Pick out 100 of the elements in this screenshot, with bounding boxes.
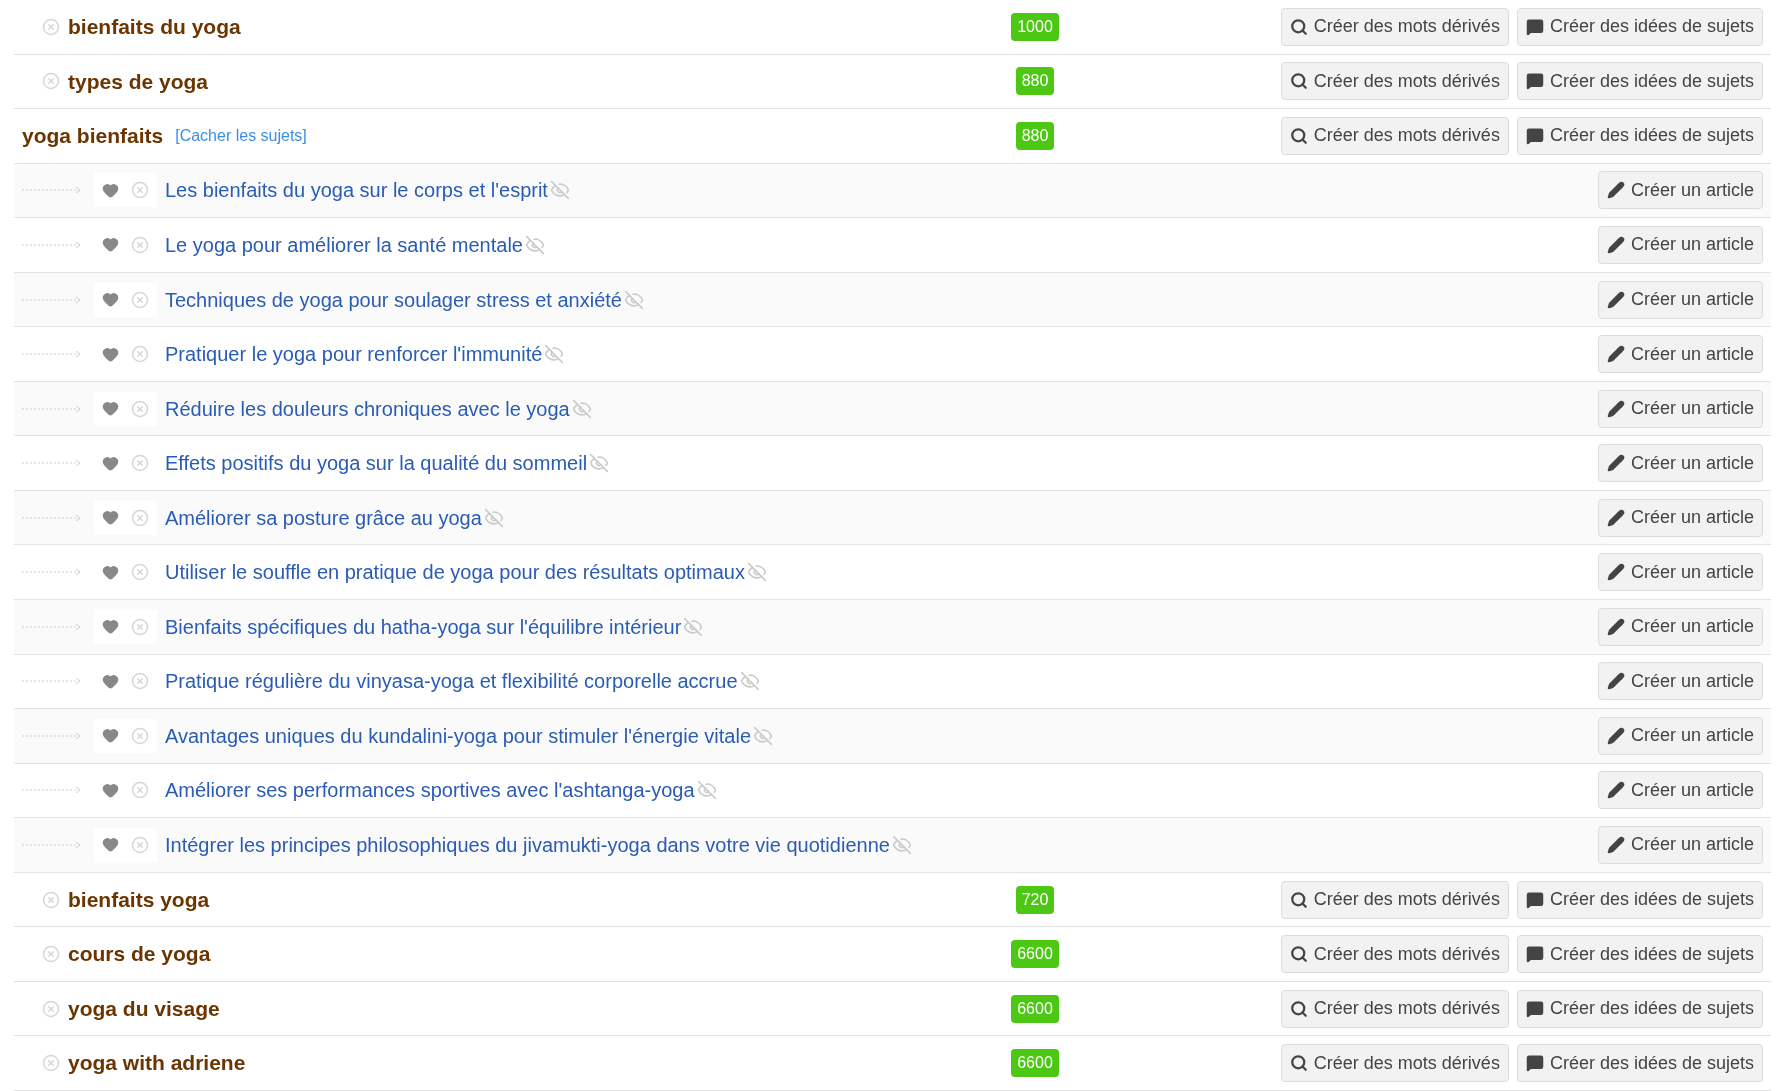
remove-icon[interactable]	[131, 290, 149, 309]
topic-ideas-button[interactable]: Créer des idées de sujets	[1516, 935, 1763, 974]
heart-icon[interactable]	[102, 181, 119, 199]
create-article-button[interactable]: Créer un article	[1597, 553, 1763, 592]
eye-slash-icon[interactable]	[571, 398, 592, 419]
topic-link[interactable]: Effets positifs du yoga sur la qualité du sommeil	[165, 448, 588, 479]
speech-bubble-icon	[1525, 999, 1544, 1018]
pencil-icon	[1606, 617, 1625, 636]
remove-icon[interactable]	[131, 781, 149, 800]
eye-slash-icon[interactable]	[589, 453, 610, 474]
topic-link[interactable]: Techniques de yoga pour soulager stress et anxiété	[165, 284, 622, 315]
eye-slash-icon[interactable]	[544, 344, 565, 365]
derived-words-button[interactable]: Créer des mots dérivés	[1280, 880, 1509, 919]
eye-slash-icon[interactable]	[549, 180, 570, 201]
eye-slash-icon[interactable]	[739, 671, 760, 692]
eye-slash-icon[interactable]	[891, 834, 912, 855]
search-icon	[1289, 890, 1308, 909]
heart-icon[interactable]	[102, 727, 119, 745]
eye-slash-icon[interactable]	[483, 507, 504, 528]
eye-slash-icon[interactable]	[525, 234, 545, 255]
eye-slash-icon[interactable]	[696, 780, 717, 801]
topic-ideas-button[interactable]: Créer des idées de sujets	[1516, 989, 1763, 1028]
topic-link[interactable]: Pratique régulière du vinyasa-yoga et flexibilité corporelle accrue	[165, 666, 738, 697]
dashed-arrow-icon	[22, 622, 82, 631]
remove-icon[interactable]	[42, 890, 60, 909]
pencil-icon	[1606, 672, 1625, 691]
remove-icon[interactable]	[131, 508, 149, 527]
search-icon	[1289, 999, 1308, 1018]
topic-link[interactable]: Réduire les douleurs chroniques avec le yoga	[165, 393, 570, 424]
remove-icon[interactable]	[42, 1054, 60, 1073]
remove-icon[interactable]	[42, 17, 60, 36]
heart-icon[interactable]	[102, 236, 119, 254]
eye-slash-icon[interactable]	[683, 616, 704, 637]
create-article-button[interactable]: Créer un article	[1597, 280, 1763, 319]
heart-icon[interactable]	[102, 672, 119, 690]
remove-icon[interactable]	[131, 617, 149, 636]
keyword-text: yoga du visage	[68, 995, 220, 1022]
create-article-button[interactable]: Créer un article	[1597, 607, 1763, 646]
heart-icon[interactable]	[102, 563, 119, 581]
derived-words-button[interactable]: Créer des mots dérivés	[1280, 935, 1509, 974]
dashed-arrow-icon	[22, 513, 82, 522]
derived-words-button[interactable]: Créer des mots dérivés	[1280, 116, 1509, 155]
heart-icon[interactable]	[102, 781, 119, 799]
topic-link[interactable]: Bienfaits spécifiques du hatha-yoga sur l'équilibre intérieur	[165, 611, 682, 642]
remove-icon[interactable]	[131, 399, 149, 418]
create-article-button[interactable]: Créer un article	[1597, 771, 1763, 810]
eye-slash-icon[interactable]	[623, 289, 644, 310]
topic-link[interactable]: Améliorer sa posture grâce au yoga	[165, 502, 482, 533]
remove-icon[interactable]	[131, 454, 149, 473]
create-article-button[interactable]: Créer un article	[1597, 225, 1763, 264]
heart-icon[interactable]	[102, 400, 119, 418]
topic-ideas-button[interactable]: Créer des idées de sujets	[1516, 7, 1763, 46]
remove-icon[interactable]	[131, 345, 149, 364]
search-icon	[1289, 72, 1308, 91]
derived-words-button[interactable]: Créer des mots dérivés	[1280, 1044, 1509, 1083]
eye-slash-icon[interactable]	[753, 725, 774, 746]
derived-words-button[interactable]: Créer des mots dérivés	[1280, 989, 1509, 1028]
heart-icon[interactable]	[102, 454, 119, 472]
create-article-button[interactable]: Créer un article	[1597, 825, 1763, 864]
create-article-button[interactable]: Créer un article	[1597, 498, 1763, 537]
topic-link[interactable]: Les bienfaits du yoga sur le corps et l'esprit	[165, 175, 548, 206]
remove-icon[interactable]	[131, 181, 149, 200]
eye-slash-icon[interactable]	[746, 562, 767, 583]
volume-badge: 6600	[1011, 994, 1059, 1023]
remove-icon[interactable]	[42, 945, 60, 964]
heart-icon[interactable]	[102, 836, 119, 854]
topic-link[interactable]: Utiliser le souffle en pratique de yoga pour des résultats optimaux	[165, 557, 745, 588]
create-article-button[interactable]: Créer un article	[1597, 335, 1763, 374]
speech-bubble-icon	[1525, 72, 1544, 91]
create-article-button[interactable]: Créer un article	[1597, 662, 1763, 701]
create-article-button[interactable]: Créer un article	[1597, 444, 1763, 483]
create-article-button[interactable]: Créer un article	[1597, 171, 1763, 210]
topic-link[interactable]: Pratiquer le yoga pour renforcer l'immunité	[165, 339, 543, 370]
topic-ideas-button[interactable]: Créer des idées de sujets	[1516, 880, 1763, 919]
topic-link[interactable]: Le yoga pour améliorer la santé mentale	[165, 229, 523, 260]
derived-words-button[interactable]: Créer des mots dérivés	[1280, 62, 1509, 101]
create-article-button[interactable]: Créer un article	[1597, 389, 1763, 428]
dashed-arrow-icon	[22, 731, 82, 740]
remove-icon[interactable]	[131, 563, 149, 582]
topic-ideas-button[interactable]: Créer des idées de sujets	[1516, 1044, 1763, 1083]
remove-icon[interactable]	[131, 235, 149, 254]
speech-bubble-icon	[1525, 1054, 1544, 1073]
heart-icon[interactable]	[102, 618, 119, 636]
derived-words-button[interactable]: Créer des mots dérivés	[1280, 7, 1509, 46]
dashed-arrow-icon	[22, 295, 82, 304]
topic-link[interactable]: Intégrer les principes philosophiques du jivamukti-yoga dans votre vie quotidienne	[165, 829, 890, 860]
remove-icon[interactable]	[42, 999, 60, 1018]
topic-link[interactable]: Avantages uniques du kundalini-yoga pour stimuler l'énergie vitale	[165, 720, 752, 751]
topic-link[interactable]: Améliorer ses performances sportives avec l'ashtanga-yoga	[165, 775, 695, 806]
heart-icon[interactable]	[102, 345, 119, 363]
remove-icon[interactable]	[131, 672, 149, 691]
heart-icon[interactable]	[102, 509, 119, 527]
pencil-icon	[1606, 454, 1625, 473]
remove-icon[interactable]	[42, 72, 60, 91]
topic-ideas-button[interactable]: Créer des idées de sujets	[1516, 62, 1763, 101]
create-article-button[interactable]: Créer un article	[1597, 716, 1763, 755]
topic-ideas-button[interactable]: Créer des idées de sujets	[1516, 116, 1763, 155]
remove-icon[interactable]	[131, 835, 149, 854]
remove-icon[interactable]	[131, 726, 149, 745]
heart-icon[interactable]	[102, 291, 119, 308]
